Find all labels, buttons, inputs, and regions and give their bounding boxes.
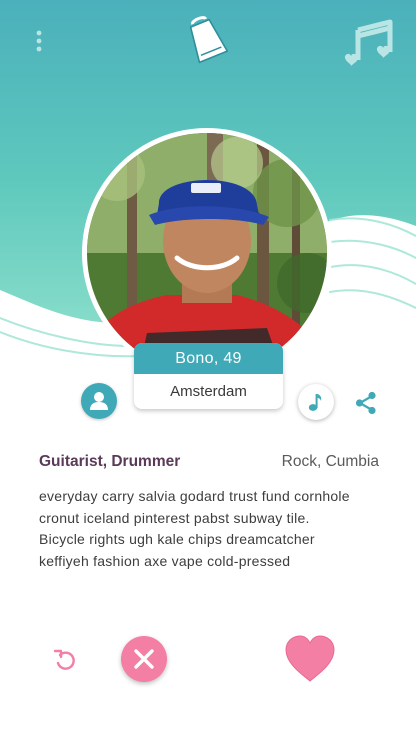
user-icon [90, 392, 108, 410]
profile-button[interactable] [81, 383, 117, 419]
undo-icon [53, 649, 75, 670]
undo-button[interactable] [50, 645, 80, 675]
more-vertical-icon[interactable] [26, 26, 52, 56]
music-notes-icon[interactable] [344, 16, 396, 70]
music-note-button[interactable] [298, 384, 334, 420]
share-button[interactable] [351, 388, 381, 418]
city-label: Amsterdam [170, 383, 247, 400]
music-note-icon [308, 394, 322, 411]
close-icon [134, 649, 154, 669]
heart-icon [285, 635, 335, 682]
avatar-frame [82, 128, 332, 378]
name-card: Bono, 49 Amsterdam [134, 343, 283, 409]
like-button[interactable] [283, 632, 337, 686]
share-icon [355, 391, 376, 415]
name-age: Bono, 49 [134, 343, 283, 374]
profile-screen: Bono, 49 Amsterdam Guitarist, Drummer Ro… [0, 0, 416, 738]
cowbell-icon [182, 14, 232, 68]
genres-label: Rock, Cumbia [281, 453, 379, 470]
avatar[interactable] [87, 133, 327, 373]
dislike-button[interactable] [121, 636, 167, 682]
bio-text: everyday carry salvia godard trust fund … [39, 488, 350, 569]
instruments-label: Guitarist, Drummer [39, 453, 181, 470]
